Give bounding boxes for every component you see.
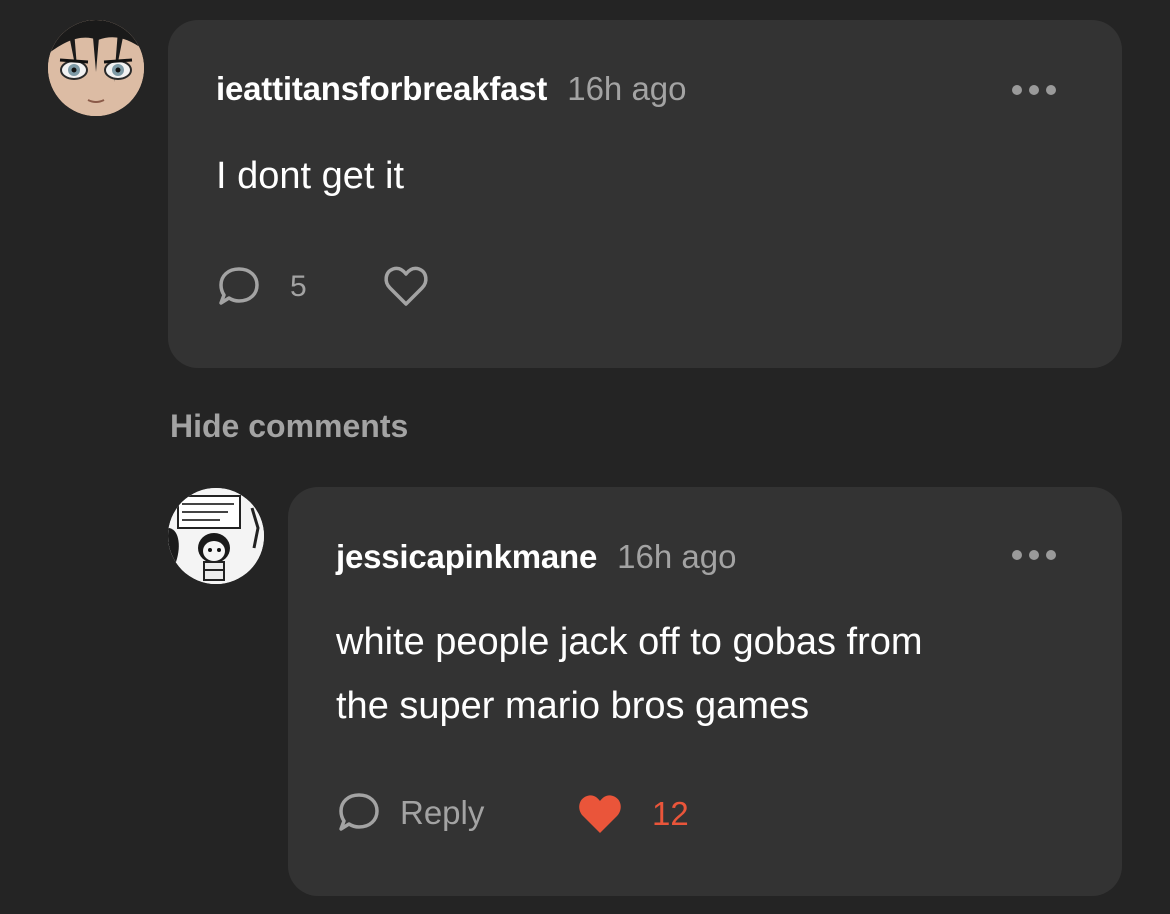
reply-count: 5 [290, 270, 307, 303]
comment-header: ieattitansforbreakfast 16h ago [216, 70, 687, 108]
comment-body: I dont get it [216, 155, 405, 197]
manga-avatar-image [168, 488, 264, 584]
heart-outline-icon [384, 266, 428, 306]
comment-body: white people jack off to gobas from the … [336, 610, 923, 738]
comment-username[interactable]: jessicapinkmane [336, 538, 597, 576]
dot-icon [1029, 550, 1039, 560]
heart-filled-icon [579, 795, 621, 833]
avatar-ieattitansforbreakfast[interactable] [48, 20, 144, 116]
reply-count-button[interactable]: 5 [216, 264, 307, 310]
reply-button[interactable]: Reply [336, 790, 484, 836]
like-button[interactable]: 12 [576, 792, 689, 836]
comment-timestamp: 16h ago [567, 70, 687, 107]
comment-body-line: white people jack off to gobas from [336, 621, 923, 663]
speech-bubble-icon [339, 793, 379, 831]
reply-label: Reply [400, 794, 485, 831]
dot-icon [1046, 550, 1056, 560]
comment-timestamp: 16h ago [617, 538, 737, 575]
comments-thread: ieattitansforbreakfast 16h ago I dont ge… [0, 0, 1170, 914]
hide-comments-link[interactable]: Hide comments [170, 408, 408, 445]
avatar-jessicapinkmane[interactable] [168, 488, 264, 584]
comment-header: jessicapinkmane 16h ago [336, 538, 736, 576]
comment-username[interactable]: ieattitansforbreakfast [216, 70, 547, 108]
like-button[interactable] [382, 264, 430, 308]
more-options-button[interactable] [1012, 550, 1056, 560]
more-options-button[interactable] [1012, 85, 1056, 95]
dot-icon [1012, 85, 1022, 95]
dot-icon [1029, 85, 1039, 95]
anime-avatar-image [48, 20, 144, 116]
comment-body-line: the super mario bros games [336, 685, 810, 727]
dot-icon [1046, 85, 1056, 95]
speech-bubble-icon [219, 267, 259, 305]
like-count: 12 [652, 795, 689, 832]
dot-icon [1012, 550, 1022, 560]
